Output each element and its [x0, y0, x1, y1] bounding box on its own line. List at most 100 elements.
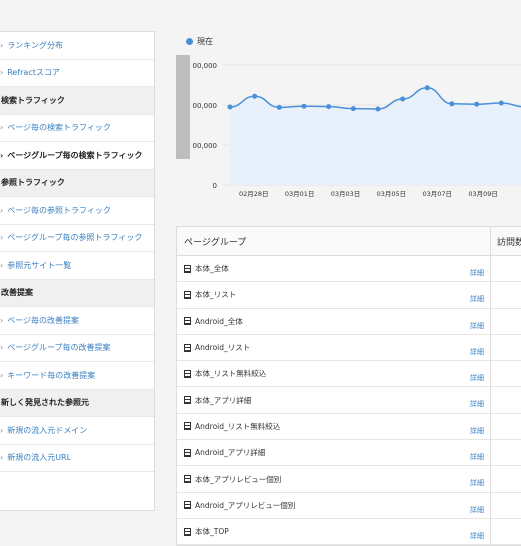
document-icon	[184, 396, 191, 405]
chevron-right-icon: ›	[0, 233, 4, 243]
data-point[interactable]	[375, 106, 381, 112]
page-group-name: 本体_リスト無料絞込	[195, 369, 267, 379]
chart-scrollbar-thumb[interactable]	[176, 55, 190, 159]
sidebar-item[interactable]: › Refractスコア	[0, 60, 154, 87]
page-group-cell: 本体_全体 詳細	[177, 256, 491, 282]
page-group-cell: 本体_リスト 詳細	[177, 282, 491, 308]
page-group-cell: 本体_リスト無料絞込 詳細	[177, 361, 491, 387]
detail-link[interactable]: 詳細	[470, 505, 484, 515]
sidebar-item[interactable]: › ページグループ毎の改善提案	[0, 335, 154, 362]
x-tick-label: 03月05日	[377, 190, 407, 198]
sidebar-item-label: ランキング分布	[7, 40, 63, 50]
x-tick-label: 02月28日	[239, 190, 269, 198]
table-row: Android_アプリレビュー個別 詳細	[177, 492, 521, 519]
detail-link[interactable]: 詳細	[470, 347, 484, 357]
document-icon	[184, 422, 191, 431]
header-visits[interactable]: 訪問数	[491, 235, 521, 248]
page-group-cell: Android_全体詳細	[177, 308, 491, 334]
table-row: Android_全体詳細	[177, 308, 521, 335]
detail-link[interactable]: 詳細	[470, 294, 484, 304]
sidebar-item[interactable]: › ページ毎の参照トラフィック	[0, 197, 154, 225]
document-icon	[184, 290, 191, 299]
sidebar-item-label: 新規の流入元ドメイン	[7, 425, 88, 435]
sidebar-section-header: 検索トラフィック	[0, 87, 154, 115]
table-row: Android_リスト 詳細	[177, 334, 521, 362]
sidebar-nav: › ランキング分布 › Refractスコア 検索トラフィック › ページ毎の検索トラフィッ…	[0, 31, 155, 511]
chevron-right-icon: ›	[0, 315, 4, 325]
sidebar-item-label: ページ毎の参照トラフィック	[7, 205, 111, 215]
chevron-right-icon: ›	[0, 370, 4, 380]
sidebar-item[interactable]: › ページ毎の改善提案	[0, 307, 154, 335]
sidebar-item-label: ページグループ毎の検索トラフィック	[7, 150, 143, 160]
document-icon	[184, 317, 191, 326]
detail-link[interactable]: 詳細	[470, 321, 484, 331]
data-point[interactable]	[252, 93, 258, 99]
document-icon	[184, 369, 191, 378]
detail-link[interactable]: 詳細	[470, 268, 484, 278]
y-tick-label: 00,000	[193, 102, 218, 110]
data-point[interactable]	[449, 101, 455, 107]
data-point[interactable]	[276, 104, 282, 110]
data-point[interactable]	[400, 96, 406, 102]
y-tick-label: 0	[213, 182, 217, 190]
sidebar-section-header: 新しく発見された参照元	[0, 389, 154, 417]
x-tick-label: 03月03日	[331, 190, 361, 198]
sidebar-item-label: ページグループ毎の改善提案	[7, 343, 111, 353]
sidebar-item-label: Refractスコア	[7, 68, 60, 78]
data-point[interactable]	[326, 104, 332, 110]
chevron-right-icon: ›	[0, 40, 4, 50]
page-group-cell: Android_リスト 詳細	[177, 334, 491, 361]
data-point[interactable]	[424, 85, 430, 91]
sidebar-item[interactable]: › キーワード毎の改善提案	[0, 362, 154, 390]
chevron-right-icon: ›	[0, 343, 4, 353]
detail-link[interactable]: 詳細	[470, 426, 484, 436]
table-row: 本体_TOP 詳細	[177, 518, 521, 546]
table-row: Android_リスト無料絞込 詳細	[177, 413, 521, 441]
x-tick-label: 03月01日	[285, 190, 315, 198]
page-group-name: Android_全体	[195, 316, 243, 326]
chevron-right-icon: ›	[0, 260, 4, 270]
chevron-right-icon: ›	[0, 123, 4, 133]
detail-link[interactable]: 詳細	[470, 399, 484, 409]
sidebar-item[interactable]: › ページ毎の検索トラフィック	[0, 115, 154, 142]
data-point[interactable]	[227, 104, 233, 110]
data-point[interactable]	[301, 103, 307, 109]
sidebar-item[interactable]: › ページグループ毎の参照トラフィック	[0, 225, 154, 252]
sidebar-item[interactable]: › ページグループ毎の検索トラフィック	[0, 142, 154, 170]
sidebar-item-label: 参照トラフィック	[1, 178, 65, 188]
table-row: 本体_アプリ詳細 詳細	[177, 387, 521, 414]
sidebar-item[interactable]: › 参照元サイト一覧	[0, 252, 154, 280]
sidebar-item-label: 新規の流入元URL	[7, 453, 72, 463]
data-point[interactable]	[474, 101, 480, 107]
table-row: 本体_アプリレビュー個別 詳細	[177, 466, 521, 493]
sidebar-item-label: ページ毎の改善提案	[7, 315, 80, 325]
data-point[interactable]	[498, 100, 504, 106]
table-row: 本体_全体 詳細	[177, 256, 521, 283]
data-point[interactable]	[350, 106, 356, 112]
page-group-table: ページグループ 訪問数 本体_全体 詳細 本体_リスト 詳細 Android_全体 詳細 A…	[176, 226, 521, 546]
detail-link[interactable]: 詳細	[470, 373, 484, 383]
header-page-group[interactable]: ページグループ	[177, 227, 491, 255]
chevron-right-icon: ›	[0, 453, 4, 463]
page-group-name: Android_アプリ詳細	[195, 448, 266, 458]
sidebar-item-label: ページグループ毎の参照トラフィック	[7, 233, 143, 243]
detail-link[interactable]: 詳細	[470, 531, 484, 541]
document-icon	[184, 343, 191, 352]
detail-link[interactable]: 詳細	[470, 452, 484, 462]
table-row: Android_アプリ詳細 詳細	[177, 440, 521, 467]
page-group-name: Android_リスト	[195, 343, 251, 353]
sidebar-section-header: 改善提案	[0, 279, 154, 307]
page-group-name: 本体_アプリ詳細	[195, 395, 252, 405]
detail-link[interactable]: 詳細	[470, 478, 484, 488]
table-body: 本体_全体 詳細 本体_リスト 詳細 Android_全体 詳細 Android_リスト 詳細…	[177, 256, 521, 546]
sidebar-item[interactable]: › 新規の流入元URL	[0, 445, 154, 472]
y-tick-label: 00,000	[193, 142, 218, 150]
page-group-cell: Android_アプリレビュー個別 詳細	[177, 492, 491, 518]
page-group-cell: 本体_アプリレビュー個別 詳細	[177, 466, 491, 492]
document-icon	[184, 501, 191, 510]
page-group-name: 本体_アプリレビュー個別	[195, 474, 282, 484]
sidebar-item[interactable]: › ランキング分布	[0, 32, 154, 60]
table-header: ページグループ 訪問数	[177, 227, 521, 256]
y-tick-label: 00,000	[193, 62, 218, 70]
sidebar-item[interactable]: › 新規の流入元ドメイン	[0, 417, 154, 445]
